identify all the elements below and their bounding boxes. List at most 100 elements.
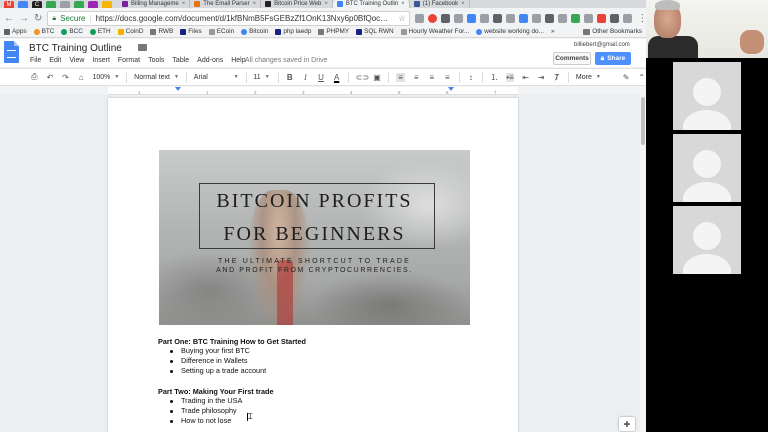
participant-tile[interactable] [673, 62, 741, 130]
pinned-tab[interactable]: C [32, 1, 42, 8]
other-bookmarks[interactable]: Other Bookmarks [583, 28, 642, 35]
scrollbar-thumb[interactable] [641, 97, 645, 145]
pinned-tab[interactable] [102, 1, 112, 8]
bookmark-item[interactable]: php laedp [275, 28, 311, 35]
close-icon[interactable]: × [253, 1, 257, 7]
extension-icon[interactable] [415, 14, 425, 23]
undo-icon[interactable]: ↶ [46, 73, 55, 82]
extension-icon[interactable] [454, 14, 464, 23]
menu-format[interactable]: Format [118, 57, 140, 64]
pinned-tab[interactable] [88, 1, 98, 8]
extension-icon[interactable] [571, 14, 581, 23]
tab-email-parser[interactable]: The Email Parser × [190, 0, 262, 8]
extension-icon[interactable] [506, 14, 516, 23]
bookmark-star-icon[interactable]: ☆ [398, 14, 405, 23]
bookmarks-overflow-icon[interactable]: » [551, 28, 555, 35]
numbered-list-icon[interactable]: ⒈ [490, 72, 499, 83]
menu-edit[interactable]: Edit [49, 57, 61, 64]
back-arrow-icon[interactable]: ← [4, 13, 14, 24]
extension-icon[interactable] [610, 14, 620, 23]
participant-tile[interactable] [673, 206, 741, 274]
menu-help[interactable]: Help [231, 57, 245, 64]
close-icon[interactable]: × [324, 1, 328, 7]
extension-icon[interactable] [467, 14, 477, 23]
font-size-select[interactable]: 11 ▼ [253, 74, 270, 81]
tab-btc-training[interactable]: BTC Training Outlin × [332, 0, 410, 8]
menu-addons[interactable]: Add-ons [197, 57, 223, 64]
extension-icon[interactable] [519, 14, 529, 23]
tab-facebook[interactable]: (1) Facebook × [410, 0, 470, 8]
link-icon[interactable]: ⊂⊃ [356, 73, 369, 82]
menu-tools[interactable]: Tools [148, 57, 164, 64]
pinned-tab[interactable] [74, 1, 84, 8]
list-item[interactable]: Setting up a trade account [170, 366, 266, 376]
bookmark-item[interactable]: BTC [33, 28, 54, 35]
bookmark-item[interactable]: BCC [61, 28, 83, 35]
extension-icon[interactable] [584, 14, 594, 23]
print-icon[interactable]: ⎙ [30, 72, 39, 82]
menu-view[interactable]: View [69, 57, 84, 64]
indent-marker-icon[interactable] [175, 87, 181, 91]
url-input[interactable]: 🔒︎ Secure | https://docs.google.com/docu… [47, 11, 411, 26]
extension-icon[interactable] [480, 14, 490, 23]
extension-icon[interactable] [558, 14, 568, 23]
close-icon[interactable]: × [401, 1, 405, 7]
user-email[interactable]: billiebert@gmail.com [574, 42, 630, 48]
align-center-icon[interactable]: ≡ [412, 73, 421, 82]
extension-icon[interactable] [623, 14, 633, 23]
bookmark-item[interactable]: Hourly Weather For... [400, 28, 469, 35]
extension-icon[interactable] [597, 14, 607, 23]
align-right-icon[interactable]: ≡ [427, 73, 436, 82]
extension-icon[interactable] [532, 14, 542, 23]
bookmark-item[interactable]: Files [180, 28, 202, 35]
bookmark-item[interactable]: Bitcoin [241, 28, 268, 35]
reload-icon[interactable]: ↻ [34, 13, 42, 24]
add-comment-icon[interactable]: ▣ [373, 73, 382, 82]
list-item[interactable]: Buying your first BTC [170, 346, 266, 356]
list-item[interactable]: Difference in Wallets [170, 356, 266, 366]
docs-logo-icon[interactable] [4, 41, 19, 63]
share-button[interactable]: 🔒︎ Share [595, 52, 631, 65]
list-item[interactable]: Trading in the USA [170, 396, 242, 406]
close-icon[interactable]: × [182, 1, 186, 7]
underline-icon[interactable]: U [317, 73, 326, 82]
zoom-select[interactable]: 100% ▼ [92, 74, 119, 81]
bookmark-item[interactable]: PHPMY [318, 28, 349, 35]
menu-insert[interactable]: Insert [92, 57, 110, 64]
italic-icon[interactable]: I [301, 73, 310, 82]
explore-icon[interactable]: ✚ [619, 417, 635, 431]
presenter-video[interactable] [646, 0, 768, 58]
decrease-indent-icon[interactable]: ⇤ [521, 73, 530, 82]
banner-image[interactable]: BITCOIN PROFITS FOR BEGINNERS THE ULTIMA… [159, 150, 470, 325]
pencil-icon[interactable]: ✎ [622, 73, 631, 82]
save-status[interactable]: All changes saved in Drive [245, 57, 328, 64]
bookmark-item[interactable]: CoinD [117, 28, 143, 35]
paint-format-icon[interactable]: ⌂ [77, 73, 86, 82]
close-icon[interactable]: × [461, 1, 465, 7]
font-select[interactable]: Arial ▼ [194, 74, 239, 81]
menu-table[interactable]: Table [172, 57, 189, 64]
more-button[interactable]: More ▼ [576, 74, 601, 81]
bookmark-item[interactable]: SQL RWN [356, 28, 394, 35]
bold-icon[interactable]: B [285, 73, 294, 82]
bulleted-list-icon[interactable]: •≡ [505, 72, 515, 82]
part-two-heading[interactable]: Part Two: Making Your First trade [158, 387, 274, 396]
tab-bitcoin-price[interactable]: Bitcoin Price Web × [261, 0, 333, 8]
text-color-icon[interactable]: A [332, 73, 341, 82]
gmail-pinned-tab[interactable]: M [4, 1, 14, 8]
extension-icon[interactable] [428, 14, 438, 23]
part-one-heading[interactable]: Part One: BTC Training How to Get Starte… [158, 337, 306, 346]
list-item[interactable]: Trade philosophy [170, 406, 242, 416]
participant-tile[interactable] [673, 134, 741, 202]
ruler[interactable]: 1 1 2 3 4 5 6 7 [108, 87, 518, 95]
pinned-tab[interactable] [18, 1, 28, 8]
redo-icon[interactable]: ↷ [61, 73, 70, 82]
bookmark-apps[interactable]: Apps [4, 28, 27, 35]
pinned-tab[interactable] [60, 1, 70, 8]
bookmark-item[interactable]: RWB [150, 28, 173, 35]
bookmark-item[interactable]: website working do... [476, 28, 544, 35]
forward-arrow-icon[interactable]: → [19, 13, 29, 24]
clear-formatting-icon[interactable]: Ⱦ [552, 73, 561, 82]
menu-file[interactable]: File [30, 57, 41, 64]
document-title[interactable]: BTC Training Outline [29, 43, 122, 54]
